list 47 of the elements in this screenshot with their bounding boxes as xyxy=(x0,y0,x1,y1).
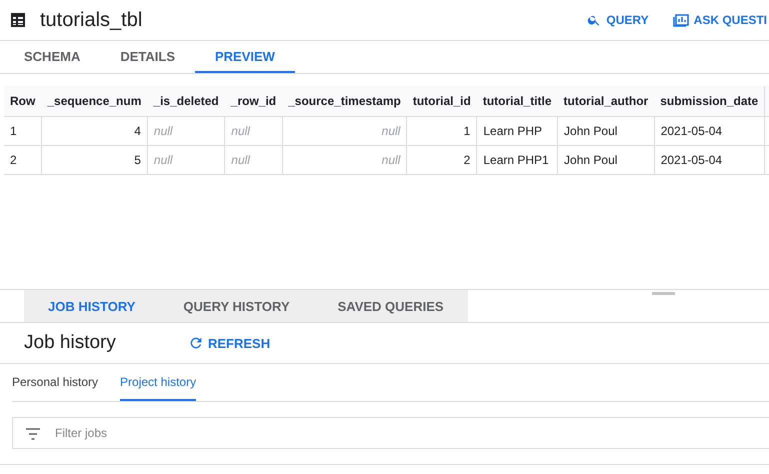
resize-handle[interactable] xyxy=(652,292,675,295)
table-title: tutorials_tbl xyxy=(40,8,144,32)
table-cell: 2 xyxy=(4,146,42,174)
column-header: tutorial_title xyxy=(476,86,558,116)
column-header: submission_date xyxy=(654,86,765,116)
table-cell: 1 xyxy=(406,116,477,146)
null-cell: null xyxy=(224,116,282,146)
table-cell: 2 xyxy=(406,146,477,174)
table-cell: 5 xyxy=(41,146,148,174)
column-header: tutorial_id xyxy=(406,86,477,116)
ask-question-button[interactable]: ASK QUESTI xyxy=(672,13,767,27)
column-header: Row xyxy=(4,86,42,116)
chart-icon xyxy=(672,13,689,27)
tab[interactable]: DETAILS xyxy=(100,41,195,73)
column-header: tutorial_author xyxy=(558,86,654,116)
column-header: _row_id xyxy=(224,86,282,116)
table-icon xyxy=(10,12,26,28)
tab[interactable]: Project history xyxy=(120,364,196,401)
refresh-button[interactable]: REFRESH xyxy=(188,335,270,351)
null-cell: null xyxy=(224,146,282,174)
table-cell: 2021-05-04 xyxy=(654,116,765,146)
section-title: Job history xyxy=(24,332,117,354)
table-cell: 2021-05-04 xyxy=(654,146,765,174)
table-cell: John Poul xyxy=(558,146,654,174)
filter-field[interactable]: Filter jobs xyxy=(12,417,769,449)
tab[interactable]: SAVED QUERIES xyxy=(314,290,468,322)
table-cell: Learn PHP1 xyxy=(476,146,558,174)
tab[interactable]: JOB HISTORY xyxy=(24,290,160,322)
null-cell: null xyxy=(147,146,225,174)
refresh-icon xyxy=(188,335,204,351)
tab[interactable]: Personal history xyxy=(12,364,98,401)
tab[interactable]: SCHEMA xyxy=(4,41,100,73)
table-cell: 4 xyxy=(41,116,148,146)
query-button[interactable]: QUERY xyxy=(587,13,649,27)
null-cell: null xyxy=(147,116,225,146)
table-cell: Learn PHP xyxy=(476,116,558,146)
table-cell: John Poul xyxy=(558,116,654,146)
search-icon xyxy=(587,13,602,27)
null-cell: null xyxy=(282,146,407,174)
null-cell: null xyxy=(282,116,407,146)
tab[interactable]: QUERY HISTORY xyxy=(159,290,314,322)
column-header: _source_timestamp xyxy=(282,86,407,116)
table-cell: 1 xyxy=(4,116,42,146)
filter-icon xyxy=(25,428,41,440)
column-header: _is_deleted xyxy=(147,86,225,116)
tab[interactable]: PREVIEW xyxy=(195,41,295,73)
column-header: _sequence_num xyxy=(41,86,148,116)
